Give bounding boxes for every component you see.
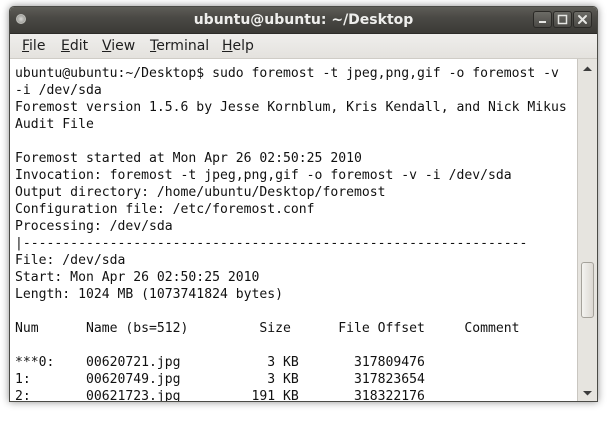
menu-view-label: iew (111, 38, 136, 54)
title-bar[interactable]: ubuntu@ubuntu: ~/Desktop (10, 7, 597, 34)
terminal-line: Invocation: foremost -t jpeg,png,gif -o … (15, 168, 512, 183)
close-button[interactable] (573, 11, 592, 28)
terminal-line: 2: 00621723.jpg 191 KB 318322176 (15, 389, 425, 401)
terminal-line: ubuntu@ubuntu:~/Desktop$ sudo foremost -… (15, 66, 559, 81)
menu-file[interactable]: File (22, 34, 45, 58)
terminal-line: File: /dev/sda (15, 253, 126, 268)
terminal-line: 1: 00620749.jpg 3 KB 317823654 (15, 372, 425, 387)
menu-help[interactable]: Help (222, 34, 254, 58)
menu-bar: File Edit View Terminal Help (10, 34, 597, 59)
menu-edit[interactable]: Edit (61, 34, 88, 58)
menu-edit-mnemonic: E (61, 38, 70, 54)
vertical-scrollbar[interactable] (577, 59, 597, 401)
menu-file-label: ile (29, 38, 46, 54)
terminal-line: Audit File (15, 117, 94, 132)
menu-edit-label: dit (69, 38, 89, 54)
terminal-window: ubuntu@ubuntu: ~/Desktop File Edit View … (9, 6, 598, 402)
close-icon (578, 15, 587, 24)
terminal-line: Output directory: /home/ubuntu/Desktop/f… (15, 185, 386, 200)
terminal-line: Configuration file: /etc/foremost.conf (15, 202, 315, 217)
scroll-down-arrow-icon[interactable] (578, 385, 597, 401)
terminal-line: Foremost version 1.5.6 by Jesse Kornblum… (15, 100, 567, 115)
terminal-line: Processing: /dev/sda (15, 219, 173, 234)
terminal-line: -i /dev/sda (15, 83, 102, 98)
terminal-output[interactable]: ubuntu@ubuntu:~/Desktop$ sudo foremost -… (10, 59, 577, 401)
minimize-button[interactable] (533, 11, 552, 28)
window-title: ubuntu@ubuntu: ~/Desktop (193, 12, 414, 28)
terminal-line: Length: 1024 MB (1073741824 bytes) (15, 287, 284, 302)
minimize-icon (539, 21, 546, 23)
terminal-line: |---------------------------------------… (15, 236, 528, 251)
scrollbar-thumb[interactable] (581, 262, 594, 318)
terminal-line: Num Name (bs=512) Size File Offset Comme… (15, 321, 520, 336)
terminal-line: ***0: 00620721.jpg 3 KB 317809476 (15, 355, 425, 370)
maximize-icon (557, 14, 568, 25)
scroll-up-arrow-icon[interactable] (578, 61, 597, 77)
menu-file-mnemonic: F (22, 38, 30, 54)
menu-terminal[interactable]: Terminal (150, 34, 209, 58)
menu-help-label: elp (232, 38, 254, 54)
menu-terminal-label: erminal (156, 38, 210, 54)
menu-view-mnemonic: V (102, 38, 112, 54)
terminal-line: Foremost started at Mon Apr 26 02:50:25 … (15, 151, 362, 166)
terminal-line: Start: Mon Apr 26 02:50:25 2010 (15, 270, 260, 285)
menu-view[interactable]: View (102, 34, 135, 58)
menu-help-mnemonic: H (222, 38, 233, 54)
maximize-button[interactable] (553, 11, 572, 28)
